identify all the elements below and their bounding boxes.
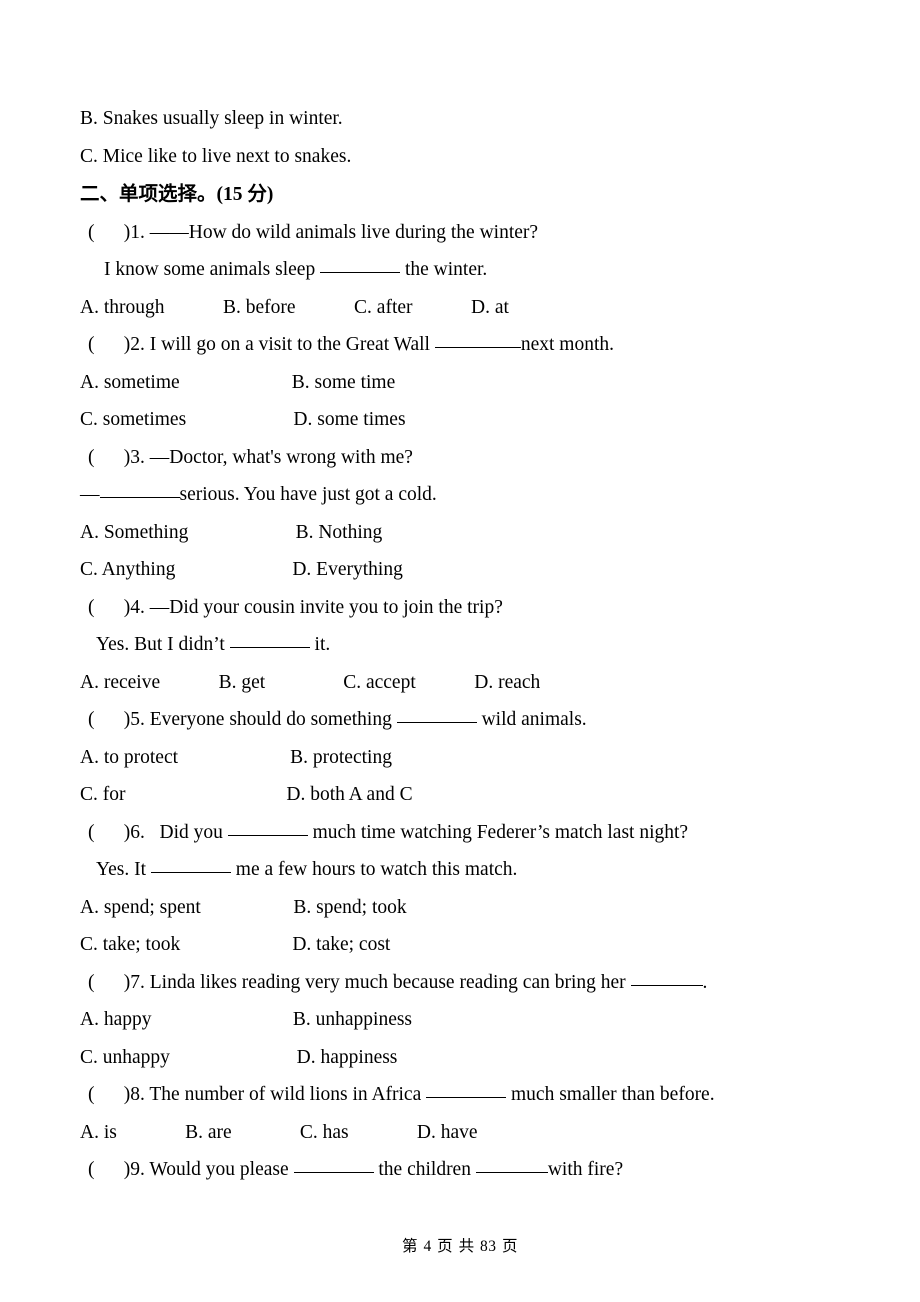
question-5-options-cd: C. for D. both A and C xyxy=(80,784,413,805)
question-6-stem-text: ( )6. Did you xyxy=(88,821,228,843)
question-8-stem-text: ( )8. The number of wild lions in Africa xyxy=(88,1084,427,1105)
footer-suffix: 页 xyxy=(501,1237,518,1255)
section-heading: 二、单项选择。(15 分) xyxy=(80,175,840,214)
fill-blank xyxy=(229,632,310,648)
question-2-stem-tail: next month. xyxy=(520,334,615,355)
question-7-options-cd: C. unhappy D. happiness xyxy=(80,1046,398,1068)
question-5-options-ab: A. to protect B. protecting xyxy=(80,746,392,768)
question-5-stem: ( )5. Everyone should do something wild … xyxy=(80,701,840,739)
fill-blank xyxy=(99,482,180,498)
question-9-stem-text: ( )9. Would you please xyxy=(88,1159,294,1180)
question-2-options-ab: A. sometime B. some time xyxy=(80,371,396,393)
footer-total-pages: 83 xyxy=(480,1238,497,1255)
question-4-stem-second: Yes. But I didn’t xyxy=(96,634,230,655)
footer-prefix: 第 xyxy=(402,1237,419,1255)
question-9-stem: ( )9. Would you please the children with… xyxy=(80,1151,840,1189)
fill-blank xyxy=(475,1157,548,1173)
question-5-stem-text: ( )5. Everyone should do something xyxy=(88,709,397,730)
footer-page-number: 4 xyxy=(423,1238,432,1255)
question-6-stem-line2: Yes. It me a few hours to watch this mat… xyxy=(80,851,840,889)
fill-blank xyxy=(426,1082,507,1098)
footer-middle: 页 共 xyxy=(437,1237,475,1255)
fill-blank xyxy=(150,857,231,873)
question-5-stem-tail: wild animals. xyxy=(476,709,587,730)
question-6-options-ab: A. spend; spent B. spend; took xyxy=(80,896,407,918)
question-6-stem-tail: much time watching Federer’s match last … xyxy=(307,821,689,843)
question-1-stem-second-tail: the winter. xyxy=(400,259,488,280)
fill-blank xyxy=(434,332,521,348)
question-8-stem-tail: much smaller than before. xyxy=(506,1084,715,1105)
question-3-options-ab: A. Something B. Nothing xyxy=(80,521,383,543)
question-7-options-ab: A. happy B. unhappiness xyxy=(80,1009,413,1030)
question-1-stem: ( )1. ——How do wild animals live during … xyxy=(80,214,840,252)
fill-blank xyxy=(630,970,703,986)
question-2-stem-text: ( )2. I will go on a visit to the Great … xyxy=(88,334,435,355)
section-heading-title: 二、单项选择。 xyxy=(80,182,217,205)
question-8-options: A. is B. are C. has D. have xyxy=(80,1121,478,1143)
section-heading-score: (15 分) xyxy=(216,184,274,205)
question-3-dash: — xyxy=(80,484,100,505)
question-4-stem: ( )4. —Did your cousin invite you to joi… xyxy=(88,596,503,618)
question-3-stem: ( )3. —Doctor, what's wrong with me? xyxy=(88,446,413,468)
question-6-stem: ( )6. Did you much time watching Federer… xyxy=(80,814,840,852)
question-2-stem: ( )2. I will go on a visit to the Great … xyxy=(80,326,840,364)
question-1-options: A. through B. before C. after D. at xyxy=(80,296,509,318)
question-6-stem-second: Yes. It xyxy=(96,859,151,880)
question-7-stem-text: ( )7. Linda likes reading very much beca… xyxy=(88,971,631,993)
fill-blank xyxy=(227,820,308,836)
question-3-options-cd: C. Anything D. Everything xyxy=(80,559,403,580)
question-7-stem-tail: . xyxy=(702,971,708,993)
question-1-stem-second: I know some animals sleep xyxy=(104,259,321,280)
page-footer: 第 4 页 共 83 页 xyxy=(0,1234,920,1256)
question-6-options-cd: C. take; took D. take; cost xyxy=(80,934,391,955)
question-9-stem-tail: with fire? xyxy=(547,1159,624,1180)
question-7-stem: ( )7. Linda likes reading very much beca… xyxy=(80,964,840,1002)
question-4-stem-line2: Yes. But I didn’t it. xyxy=(80,626,840,664)
answer-option-b-line: B. Snakes usually sleep in winter. xyxy=(80,108,343,129)
question-4-stem-second-tail: it. xyxy=(309,634,331,655)
question-4-options: A. receive B. get C. accept D. reach xyxy=(80,671,541,693)
fill-blank xyxy=(396,707,477,723)
question-3-stem-line2: — serious. You have just got a cold. xyxy=(80,476,840,514)
question-9-stem-mid: the children xyxy=(373,1159,476,1180)
question-8-stem: ( )8. The number of wild lions in Africa… xyxy=(80,1076,840,1114)
question-1-stem-line2: I know some animals sleep the winter. xyxy=(80,251,840,289)
fill-blank xyxy=(293,1157,374,1173)
document-page: B. Snakes usually sleep in winter. C. Mi… xyxy=(0,0,920,1302)
question-1-stem-text: ( )1. ——How do wild animals live during … xyxy=(88,221,539,243)
fill-blank xyxy=(320,257,401,273)
question-6-stem-second-tail: me a few hours to watch this match. xyxy=(230,859,518,880)
question-2-options-cd: C. sometimes D. some times xyxy=(80,409,406,430)
answer-option-c-line: C. Mice like to live next to snakes. xyxy=(80,145,352,167)
question-3-stem-second-tail: serious. You have just got a cold. xyxy=(179,484,437,505)
